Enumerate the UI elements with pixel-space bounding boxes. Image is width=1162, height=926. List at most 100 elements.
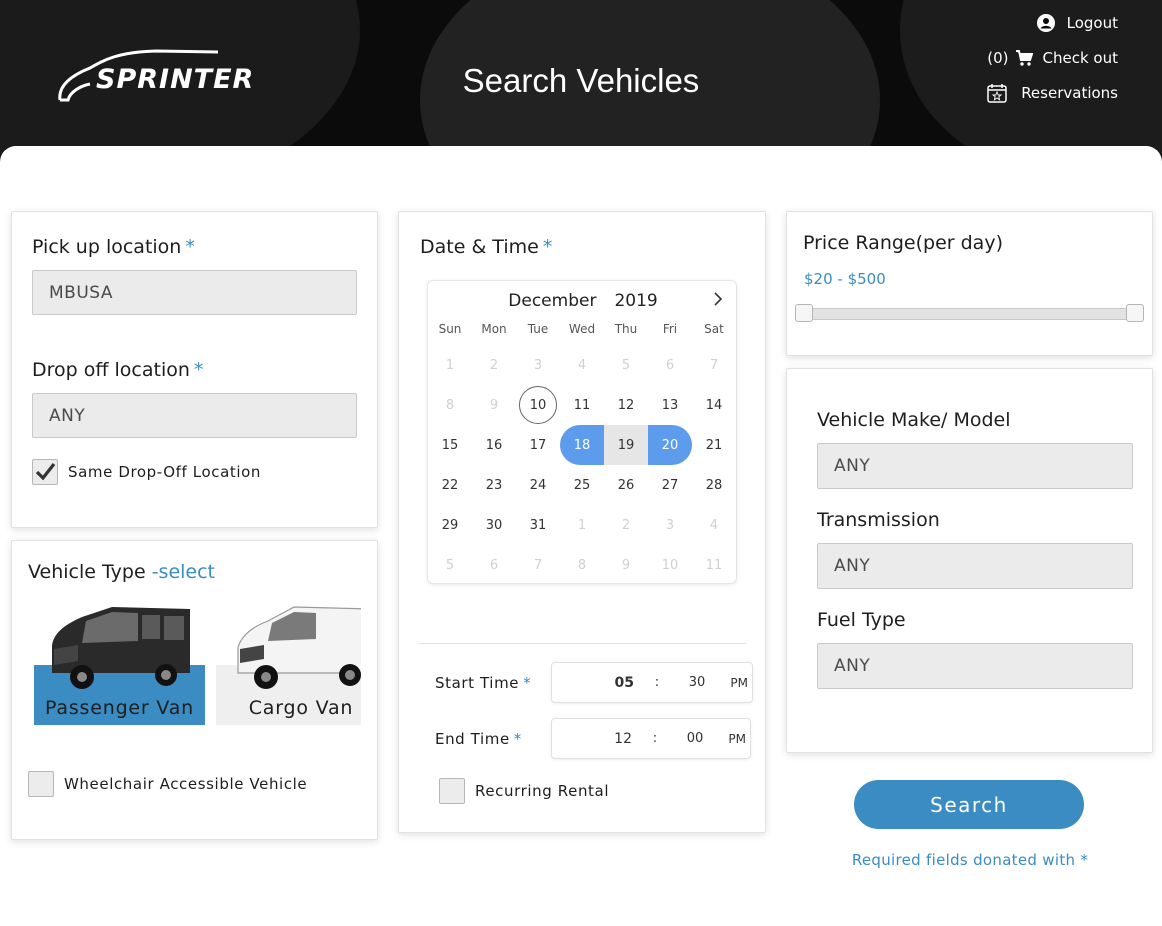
calendar-day-number: 27: [661, 477, 679, 493]
calendar-day-number: 17: [529, 437, 547, 453]
calendar-day[interactable]: 11: [560, 385, 604, 425]
date-time-label: Date & Time *: [420, 236, 552, 258]
required-mark: *: [542, 236, 553, 258]
user-icon: [1036, 14, 1055, 32]
make-model-field[interactable]: ANY: [817, 443, 1133, 489]
wheelchair-option[interactable]: Wheelchair Accessible Vehicle: [28, 771, 307, 797]
calendar-day[interactable]: 30: [472, 505, 516, 545]
calendar-year[interactable]: 2019: [614, 291, 657, 311]
search-button[interactable]: Search: [854, 780, 1084, 829]
calendar-day[interactable]: 27: [648, 465, 692, 505]
dropoff-location-field[interactable]: ANY: [32, 393, 357, 438]
calendar-day[interactable]: 28: [692, 465, 736, 505]
calendar-day[interactable]: 10: [516, 385, 560, 425]
calendar-day-number: 13: [661, 397, 679, 413]
calendar-day-number: 2: [621, 517, 631, 533]
calendar-day[interactable]: 31: [516, 505, 560, 545]
divider: [419, 643, 746, 644]
calendar-day: 9: [472, 385, 516, 425]
end-minute[interactable]: 00: [678, 731, 712, 746]
time-separator: :: [652, 731, 658, 746]
calendar-day[interactable]: 29: [428, 505, 472, 545]
calendar-days: 1 2 3 4 5 6 7 8 9 10 11 12 13 14 15 16 17 18 19 20 21 22 23 24 2…: [428, 345, 738, 585]
calendar-day[interactable]: 20: [648, 425, 692, 465]
transmission-field[interactable]: ANY: [817, 543, 1133, 589]
cart-count: (0): [987, 49, 1009, 67]
calendar-day[interactable]: 22: [428, 465, 472, 505]
required-mark: *: [523, 673, 532, 692]
start-hour[interactable]: 05: [552, 675, 634, 691]
end-time-row: End Time * 12 : 00 PM: [435, 718, 751, 759]
end-hour[interactable]: 12: [552, 731, 632, 747]
calendar-day-number: 10: [519, 386, 557, 424]
calendar-day[interactable]: 14: [692, 385, 736, 425]
calendar-star-icon: [987, 83, 1007, 103]
calendar-day-number: 23: [485, 477, 503, 493]
cargo-van-image: [237, 606, 361, 689]
calendar-day[interactable]: 16: [472, 425, 516, 465]
weekday-label: Mon: [481, 322, 507, 336]
fuel-type-field[interactable]: ANY: [817, 643, 1133, 689]
end-time-input[interactable]: 12 : 00 PM: [551, 718, 751, 759]
fuel-type-label: Fuel Type: [817, 609, 906, 631]
cargo-van-option[interactable]: Cargo Van: [216, 599, 361, 725]
calendar-day[interactable]: 15: [428, 425, 472, 465]
calendar-day-number: 15: [441, 437, 459, 453]
calendar-header: December 2019: [428, 291, 738, 311]
calendar-day-number: 9: [489, 397, 499, 413]
calendar-day: 4: [560, 345, 604, 385]
calendar-day[interactable]: 23: [472, 465, 516, 505]
calendar-day: 3: [648, 505, 692, 545]
end-ampm[interactable]: PM: [712, 732, 746, 746]
passenger-van-label: Passenger Van: [45, 697, 194, 719]
weekday-label: Tue: [527, 322, 549, 336]
calendar-day-number: 6: [489, 557, 499, 573]
logout-link[interactable]: Logout: [987, 12, 1118, 34]
calendar-day: 1: [560, 505, 604, 545]
calendar-day-number: 2: [489, 357, 499, 373]
recurring-rental-option[interactable]: Recurring Rental: [439, 778, 609, 804]
make-model-label: Vehicle Make/ Model: [817, 409, 1011, 431]
calendar-month[interactable]: December: [508, 291, 596, 311]
pickup-label: Pick up location *: [32, 236, 195, 258]
calendar-day: 2: [604, 505, 648, 545]
next-month-icon[interactable]: [710, 291, 726, 311]
start-minute[interactable]: 30: [680, 675, 714, 690]
end-time-label-text: End Time: [435, 729, 510, 748]
calendar-day[interactable]: 18: [560, 425, 604, 465]
calendar-day[interactable]: 25: [560, 465, 604, 505]
price-slider-track[interactable]: [799, 308, 1139, 320]
same-dropoff-option[interactable]: Same Drop-Off Location: [32, 459, 261, 485]
calendar-day[interactable]: 13: [648, 385, 692, 425]
calendar-day: 4: [692, 505, 736, 545]
weekday-header: Sun Mon Tue Wed Thu Fri Sat: [428, 322, 738, 336]
calendar-day[interactable]: 17: [516, 425, 560, 465]
calendar-day[interactable]: 12: [604, 385, 648, 425]
vehicle-type-select-hint[interactable]: -select: [152, 561, 215, 583]
calendar-day: 10: [648, 545, 692, 585]
calendar-day: 9: [604, 545, 648, 585]
calendar-day: 5: [428, 545, 472, 585]
calendar-day[interactable]: 21: [692, 425, 736, 465]
calendar-day[interactable]: 26: [604, 465, 648, 505]
vehicle-type-title: Vehicle Type -select: [28, 561, 215, 583]
checkout-link[interactable]: (0) Check out: [987, 47, 1118, 69]
calendar-day[interactable]: 19: [604, 425, 648, 465]
calendar-day-number: 9: [621, 557, 631, 573]
calendar-day-number: 10: [661, 557, 679, 573]
required-mark: *: [513, 729, 522, 748]
same-dropoff-checkbox[interactable]: [32, 459, 58, 485]
pickup-location-field[interactable]: MBUSA: [32, 270, 357, 315]
time-separator: :: [654, 675, 660, 690]
recurring-rental-checkbox[interactable]: [439, 778, 465, 804]
passenger-van-option[interactable]: Passenger Van: [34, 599, 205, 725]
start-ampm[interactable]: PM: [714, 676, 748, 690]
price-min-handle[interactable]: [795, 304, 813, 322]
reservations-link[interactable]: Reservations: [987, 82, 1118, 104]
calendar-day: 1: [428, 345, 472, 385]
price-max-handle[interactable]: [1126, 304, 1144, 322]
calendar-day[interactable]: 24: [516, 465, 560, 505]
start-time-input[interactable]: 05 : 30 PM: [551, 662, 753, 703]
wheelchair-checkbox[interactable]: [28, 771, 54, 797]
same-dropoff-label: Same Drop-Off Location: [68, 463, 262, 481]
